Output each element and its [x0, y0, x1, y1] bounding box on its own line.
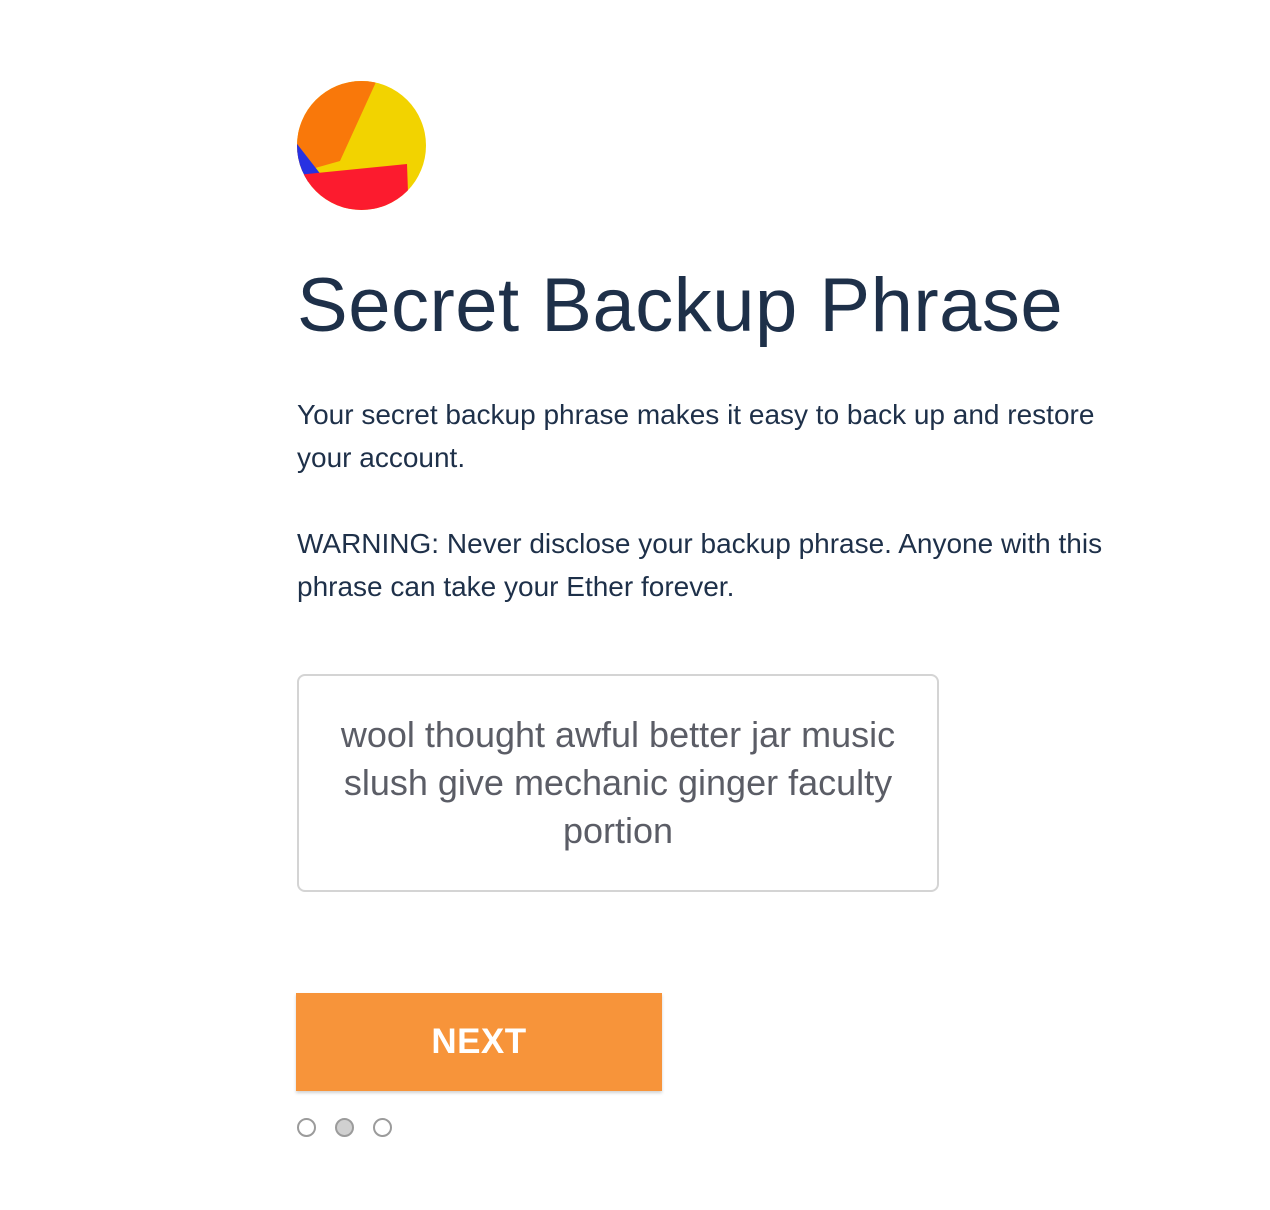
step-dot-3 — [373, 1118, 392, 1137]
backup-phrase-screen: Secret Backup Phrase Your secret backup … — [0, 0, 1270, 1210]
next-button[interactable]: NEXT — [296, 993, 662, 1091]
seed-phrase-box: wool thought awful better jar music slus… — [297, 674, 939, 892]
step-dot-2 — [335, 1118, 354, 1137]
step-indicator — [297, 1118, 392, 1137]
page-title: Secret Backup Phrase — [297, 263, 1064, 348]
account-identicon-icon — [297, 81, 426, 210]
seed-phrase-text: wool thought awful better jar music slus… — [340, 714, 896, 851]
step-dot-1 — [297, 1118, 316, 1137]
warning-text: WARNING: Never disclose your backup phra… — [297, 528, 1103, 602]
description-text: Your secret backup phrase makes it easy … — [297, 399, 1095, 473]
